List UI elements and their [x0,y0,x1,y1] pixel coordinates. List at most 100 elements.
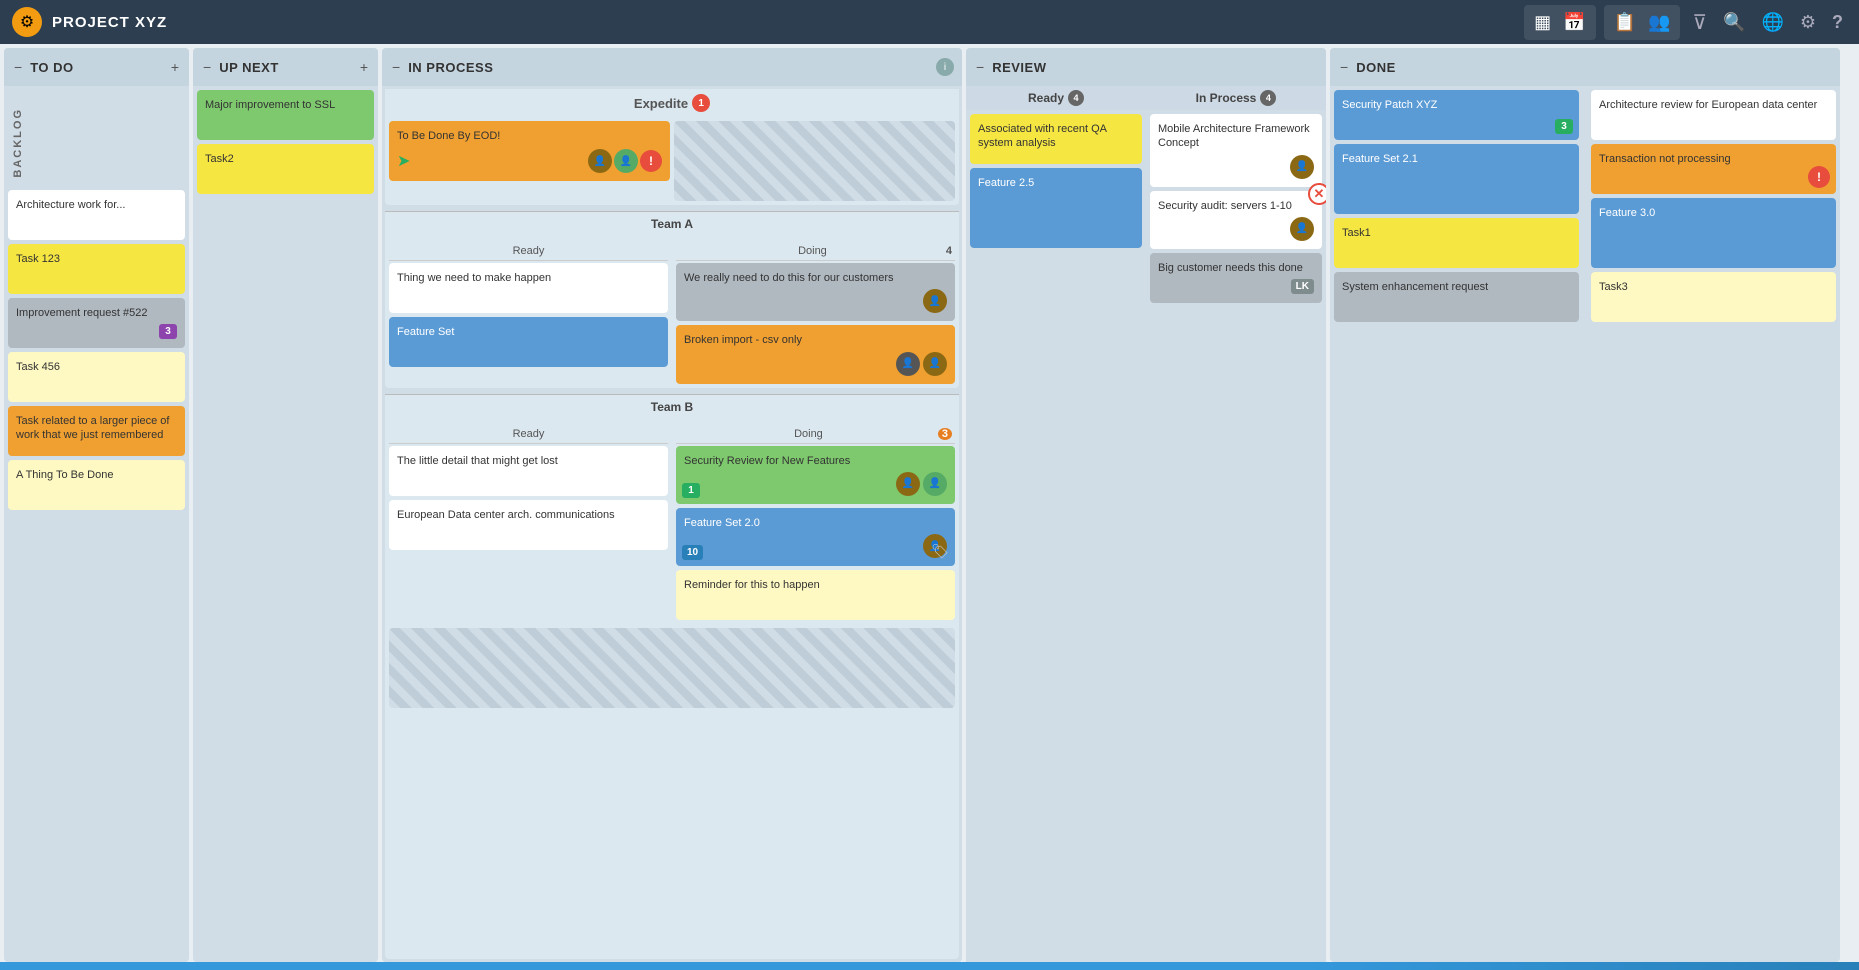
avatar-rip1: 👤 [1290,155,1314,179]
close-icon-security-audit[interactable]: ✕ [1308,183,1326,205]
col-header-todo: − TO DO + [4,48,189,86]
card-done-6[interactable]: Transaction not processing ! [1591,144,1836,194]
avatar-ta3: 👤 [923,352,947,376]
card-rev-ready-2[interactable]: Feature 2.5 [970,168,1142,248]
card-expedite-1[interactable]: To Be Done By EOD! ➤ 👤 👤 ! [389,121,670,181]
inprocess-info-icon[interactable]: i [936,58,954,76]
card-tb-doing-3[interactable]: Reminder for this to happen [676,570,955,620]
card-done1-badge: 3 [1555,119,1573,134]
card-done-3[interactable]: Task1 [1334,218,1579,268]
column-done: − DONE Security Patch XYZ 3 Feature Set … [1330,48,1840,962]
header-right: ▦ 📅 📋 👥 ⊽ 🔍 🌐 ⚙ ? [1524,5,1847,40]
card-rev-ip-2[interactable]: Security audit: servers 1-10 👤 ✕ [1150,191,1322,249]
card-tb-doing-2[interactable]: Feature Set 2.0 👤 10 🏷 [676,508,955,566]
expedite-blocked-area [674,121,955,201]
team-a-section: Team A Ready Thing we need to make happe… [385,211,959,388]
upnext-collapse-btn[interactable]: − [201,57,213,77]
settings-icon[interactable]: ⚙ [1796,8,1820,37]
team-b-ready-label: Ready [389,425,668,444]
inprocess-body: Expedite 1 To Be Done By EOD! ➤ 👤 👤 [382,86,962,962]
team-b-blocked-area [389,628,955,708]
todo-add-btn[interactable]: + [169,57,181,77]
upnext-label: UP NEXT [219,60,279,75]
help-globe-icon[interactable]: 🌐 [1757,8,1787,37]
card-done-4[interactable]: System enhancement request [1334,272,1579,322]
team-b-doing-cards: Security Review for New Features 👤 👤 1 [676,446,955,621]
card-tb2-badge: 10 [682,545,703,560]
help-icon[interactable]: ? [1828,8,1847,37]
done-collapse-btn[interactable]: − [1338,57,1350,77]
team-a-body: Ready Thing we need to make happen Featu… [385,238,959,388]
users-icon[interactable]: 👥 [1644,8,1674,37]
alert-icon-expedite: ! [640,150,662,172]
board-view-icon[interactable]: ▦ [1530,8,1555,37]
todo-collapse-btn[interactable]: − [12,57,24,77]
inprocess-collapse-btn[interactable]: − [390,57,402,77]
card-todo-2[interactable]: Task 123 [8,244,185,294]
team-a-doing-col: Doing 4 We really need to do this for ou… [672,238,959,388]
kanban-board: − TO DO + BACKLOG Architecture work for.… [0,44,1859,962]
alert-icon-done: ! [1808,166,1830,188]
review-ready-header: Ready 4 [966,86,1146,110]
column-inprocess: − IN PROCESS i Expedite 1 To Be Done By … [382,48,962,962]
card-done-2[interactable]: Feature Set 2.1 [1334,144,1579,214]
review-collapse-btn[interactable]: − [974,57,986,77]
card-todo-4[interactable]: Task 456 [8,352,185,402]
team-b-doing-count: 3 [938,428,952,440]
tag-icon: 🏷 [931,543,949,559]
review-ready-count: 4 [1068,90,1084,106]
card-todo-1[interactable]: Architecture work for... [8,190,185,240]
card-rev-ip-1[interactable]: Mobile Architecture Framework Concept 👤 [1150,114,1322,187]
card-rev-ready-1[interactable]: Associated with recent QA system analysi… [970,114,1142,164]
card-ta-ready-1[interactable]: Thing we need to make happen [389,263,668,313]
app-logo[interactable]: ⚙ [12,7,42,37]
team-a-doing-cards: We really need to do this for our custom… [676,263,955,384]
card-ta-doing-1[interactable]: We really need to do this for our custom… [676,263,955,321]
col-header-todo-left: − TO DO [12,57,74,77]
card-rev-ip-3[interactable]: Big customer needs this done LK [1150,253,1322,303]
team-a-doing-label: Doing 4 [676,242,955,261]
backlog-label: BACKLOG [8,100,28,186]
review-inprocess-body: Mobile Architecture Framework Concept 👤 … [1146,110,1326,962]
priority-arrow-icon: ➤ [397,151,410,171]
todo-label: TO DO [30,60,73,75]
avatar-rip2: 👤 [1290,217,1314,241]
card-upnext-2[interactable]: Task2 [197,144,374,194]
column-upnext: − UP NEXT + Major improvement to SSL Tas… [193,48,378,962]
app-title: PROJECT XYZ [52,14,167,31]
card-todo-3[interactable]: Improvement request #522 3 [8,298,185,348]
avatar-1: 👤 [588,149,612,173]
reports-icon[interactable]: 📋 [1610,8,1640,37]
card-tb-doing-1[interactable]: Security Review for New Features 👤 👤 1 [676,446,955,504]
calendar-view-icon[interactable]: 📅 [1559,8,1589,37]
team-b-ready-col: Ready The little detail that might get l… [385,421,672,625]
card-todo-6[interactable]: A Thing To Be Done [8,460,185,510]
avatar-tb1b: 👤 [923,472,947,496]
filter-icon[interactable]: ⊽ [1688,6,1711,39]
card-done-5[interactable]: Architecture review for European data ce… [1591,90,1836,140]
card-ta-ready-2[interactable]: Feature Set [389,317,668,367]
card-done-8[interactable]: Task3 [1591,272,1836,322]
card-tb-ready-1[interactable]: The little detail that might get lost [389,446,668,496]
review-inprocess-col: In Process 4 Mobile Architecture Framewo… [1146,86,1326,962]
avatar-ta2: 👤 [896,352,920,376]
team-a-ready-cards: Thing we need to make happen Feature Set [389,263,668,367]
card-upnext-1[interactable]: Major improvement to SSL [197,90,374,140]
card-ta-doing-2[interactable]: Broken import - csv only 👤 👤 [676,325,955,383]
card-todo-5[interactable]: Task related to a larger piece of work t… [8,406,185,456]
expedite-section: Expedite 1 To Be Done By EOD! ➤ 👤 👤 [385,89,959,205]
card-done-7[interactable]: Feature 3.0 [1591,198,1836,268]
expedite-label: Expedite [634,96,688,111]
upnext-add-btn[interactable]: + [358,57,370,77]
avatar-tb1: 👤 [896,472,920,496]
card-done-1[interactable]: Security Patch XYZ 3 [1334,90,1579,140]
card-tb-ready-2[interactable]: European Data center arch. communication… [389,500,668,550]
done-body: Security Patch XYZ 3 Feature Set 2.1 Tas… [1330,86,1840,962]
team-b-body: Ready The little detail that might get l… [385,421,959,625]
review-inprocess-count: 4 [1260,90,1276,106]
search-icon[interactable]: 🔍 [1719,8,1749,37]
avatar-ta1: 👤 [923,289,947,313]
badge-lk: LK [1291,279,1314,294]
card-tb1-badge: 1 [682,483,700,498]
review-body: Ready 4 Associated with recent QA system… [966,86,1326,962]
